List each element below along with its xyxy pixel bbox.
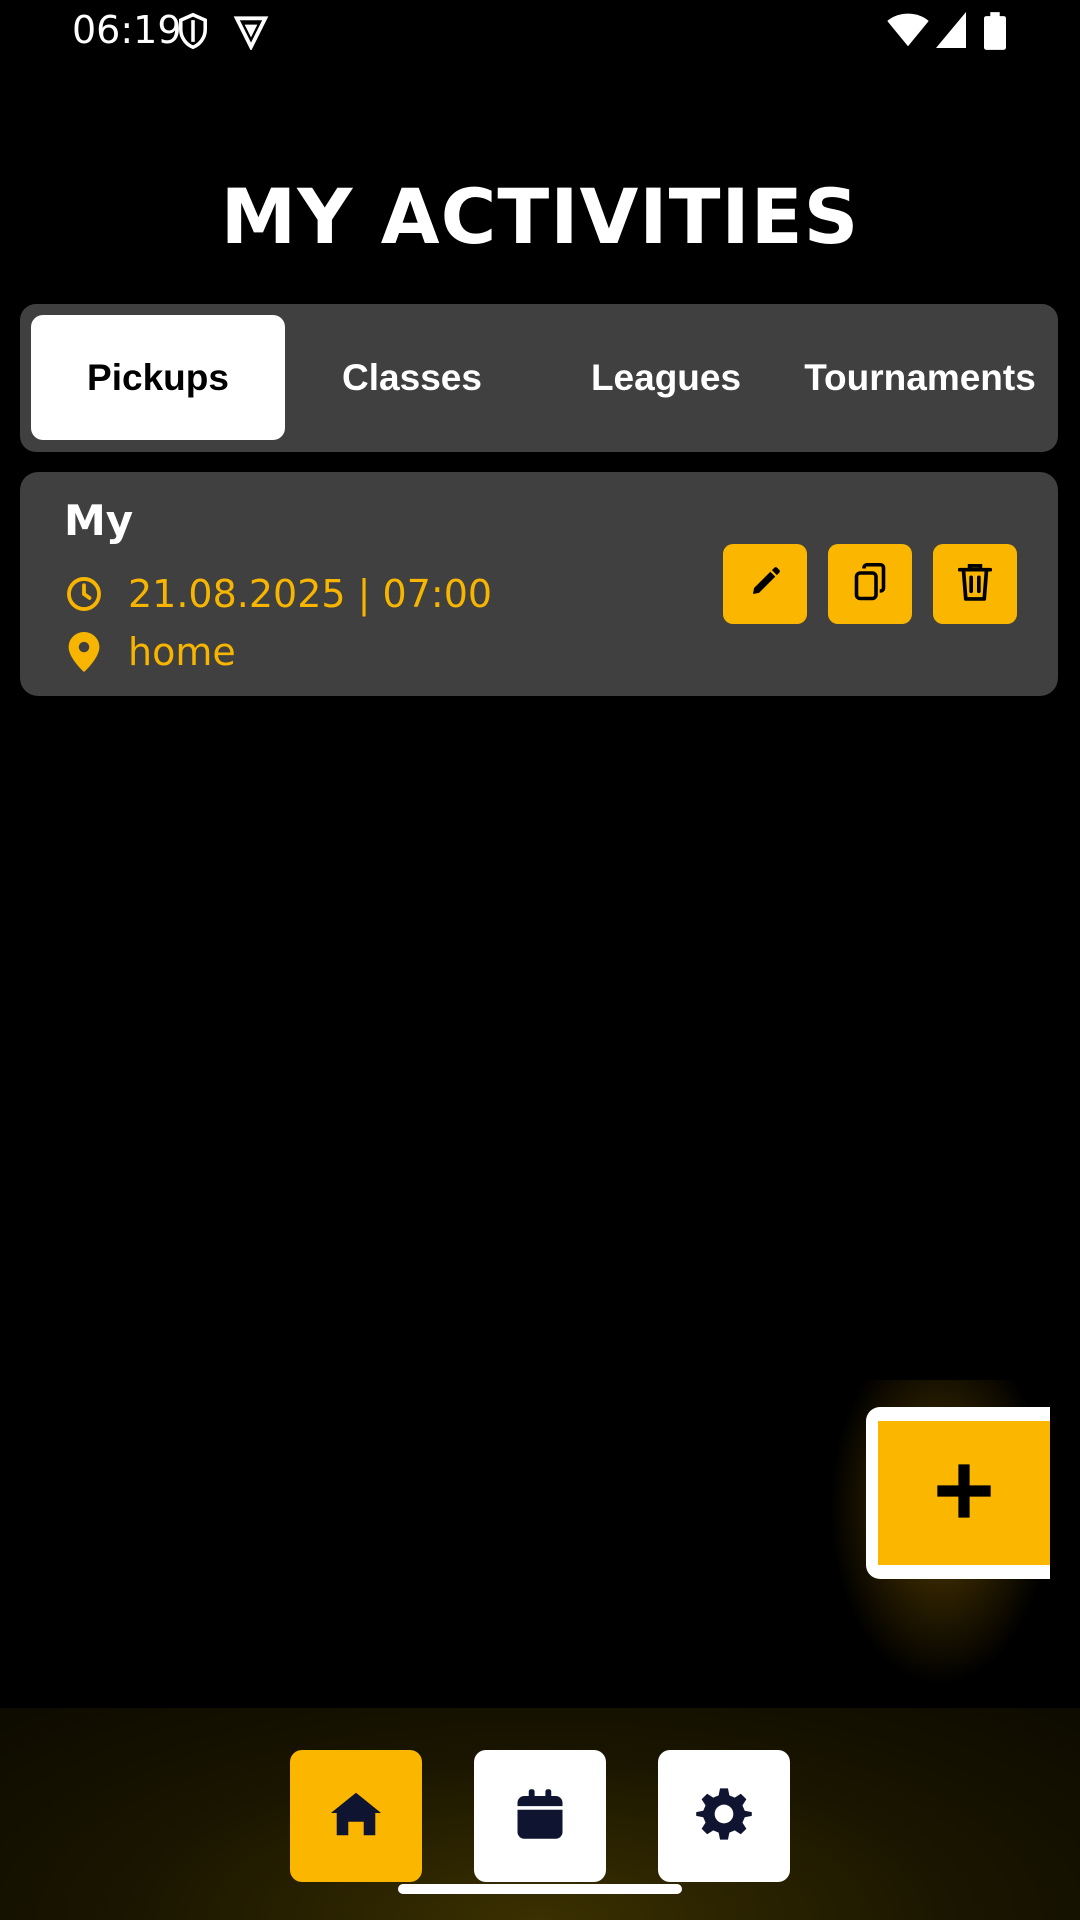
copy-button[interactable] (828, 544, 912, 624)
edit-button[interactable] (723, 544, 807, 624)
battery-icon (984, 12, 1006, 55)
add-activity-button-face[interactable] (878, 1421, 1050, 1565)
calendar-icon (513, 1787, 567, 1846)
shield-icon (176, 12, 210, 55)
signal-icon (936, 12, 966, 53)
activity-location-row: home (64, 630, 236, 674)
tab-classes[interactable]: Classes (285, 315, 539, 440)
tab-leagues[interactable]: Leagues (539, 315, 793, 440)
activity-card[interactable]: My 21.08.2025 | 07:00 home (20, 472, 1058, 696)
activity-tabs: Pickups Classes Leagues Tournaments (20, 304, 1058, 452)
status-bar: 06:19 (0, 0, 1080, 64)
wifi-icon (886, 12, 930, 53)
add-activity-button[interactable] (866, 1407, 1050, 1579)
nav-home-button[interactable] (290, 1750, 422, 1882)
nav-settings-button[interactable] (658, 1750, 790, 1882)
vpn-icon (232, 12, 270, 55)
activity-datetime: 21.08.2025 | 07:00 (128, 572, 493, 616)
delete-button[interactable] (933, 544, 1017, 624)
copy-icon (852, 562, 888, 607)
page-title: MY ACTIVITIES (220, 172, 860, 261)
activity-location: home (128, 630, 236, 674)
activity-datetime-row: 21.08.2025 | 07:00 (64, 572, 492, 616)
location-pin-icon (64, 632, 104, 672)
home-icon (329, 1790, 383, 1843)
activity-title: My (64, 496, 134, 545)
trash-icon (957, 562, 993, 607)
clock-icon (64, 574, 104, 614)
status-time: 06:19 (72, 8, 182, 52)
tab-tournaments[interactable]: Tournaments (793, 315, 1047, 440)
home-indicator[interactable] (398, 1884, 682, 1894)
gear-icon (696, 1786, 752, 1847)
plus-icon (932, 1459, 996, 1528)
tab-pickups[interactable]: Pickups (31, 315, 285, 440)
pencil-icon (749, 566, 781, 603)
nav-calendar-button[interactable] (474, 1750, 606, 1882)
